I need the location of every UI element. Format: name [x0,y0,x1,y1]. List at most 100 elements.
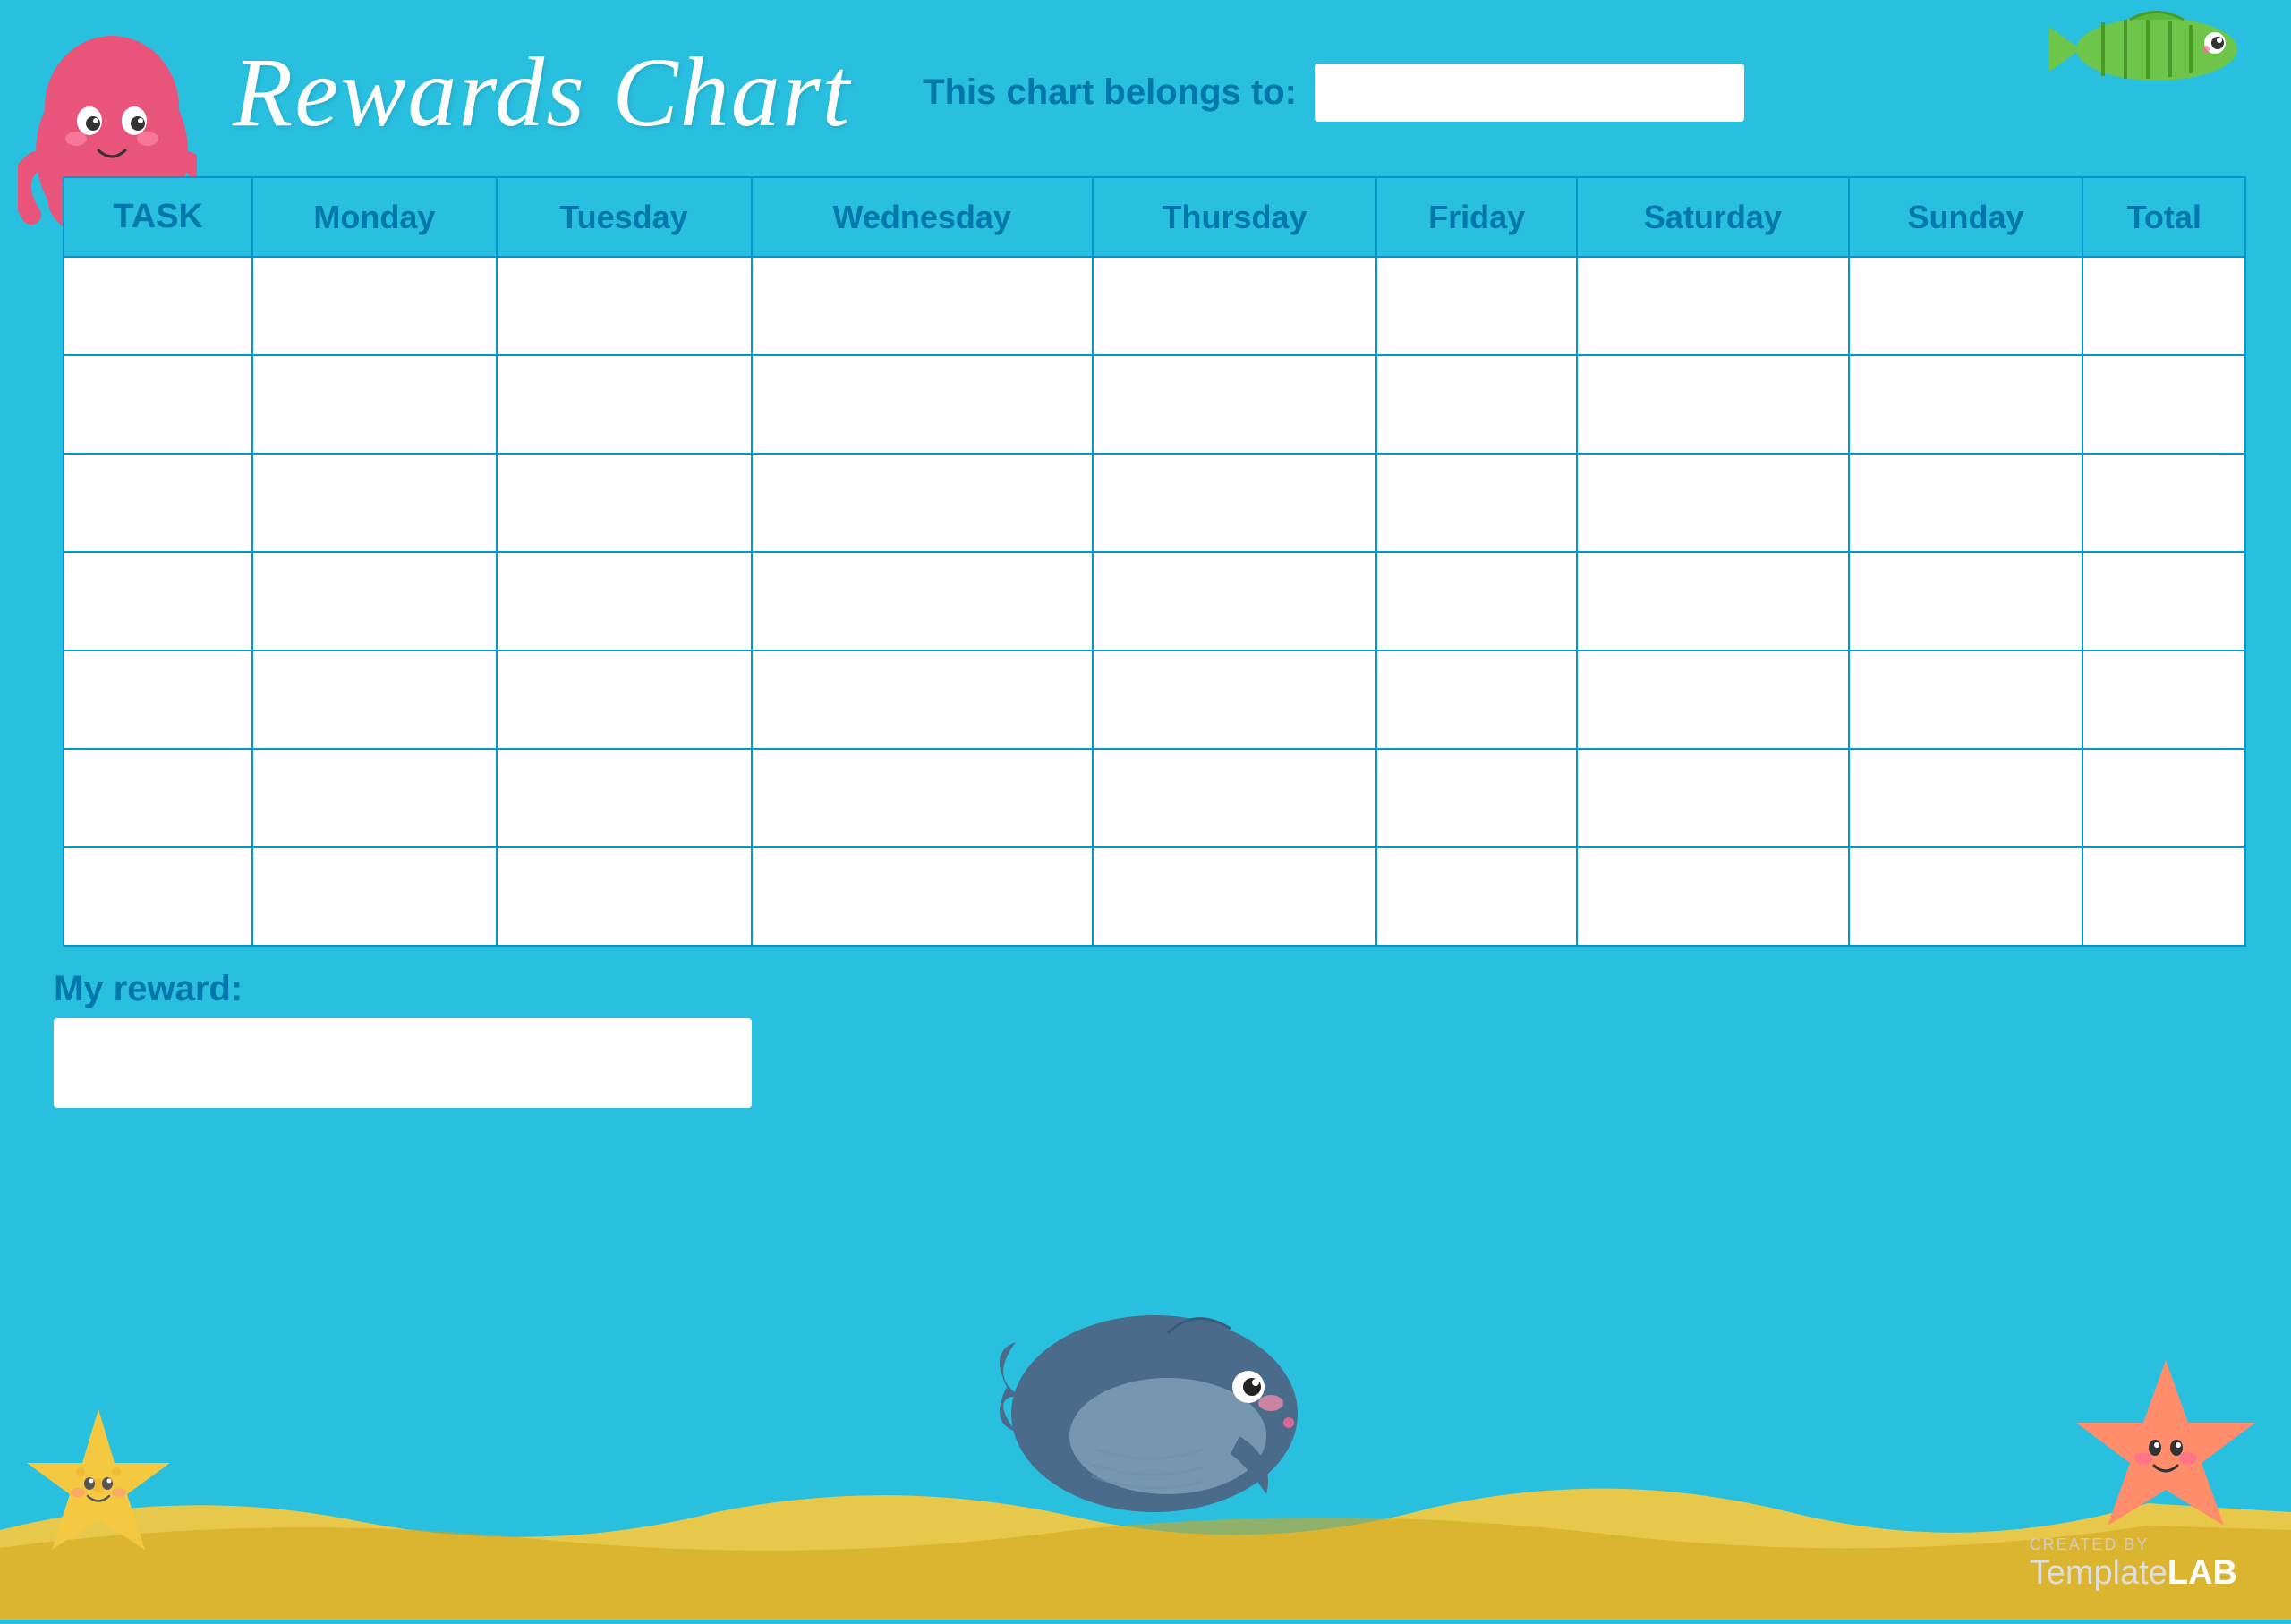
table-row [64,257,2245,355]
sunday-cell[interactable] [1849,650,2083,749]
saturday-cell[interactable] [1577,257,1848,355]
my-reward-label: My reward: [54,969,752,1009]
sunday-cell[interactable] [1849,454,2083,552]
monday-cell[interactable] [252,552,496,650]
task-cell[interactable] [64,257,252,355]
bottom-section: My reward: [54,969,2237,1108]
tuesday-cell[interactable] [497,355,752,454]
col-thursday: Thursday [1093,177,1376,257]
tuesday-cell[interactable] [497,847,752,946]
saturday-cell[interactable] [1577,552,1848,650]
monday-cell[interactable] [252,257,496,355]
total-cell[interactable] [2082,454,2245,552]
my-reward-input[interactable] [54,1018,752,1108]
chart-title: Rewards Chart [233,36,851,149]
tuesday-cell[interactable] [497,454,752,552]
table-row [64,552,2245,650]
saturday-cell[interactable] [1577,355,1848,454]
monday-cell[interactable] [252,749,496,847]
belongs-to-label: This chart belongs to: [923,72,1297,113]
table-row [64,454,2245,552]
starfish-left-decoration [18,1405,179,1584]
wednesday-cell[interactable] [752,552,1093,650]
total-cell[interactable] [2082,257,2245,355]
thursday-cell[interactable] [1093,454,1376,552]
thursday-cell[interactable] [1093,355,1376,454]
chart-wrapper: TASK Monday Tuesday Wednesday Thursday F… [54,176,2237,947]
tuesday-cell[interactable] [497,650,752,749]
table-header-row: TASK Monday Tuesday Wednesday Thursday F… [64,177,2245,257]
thursday-cell[interactable] [1093,552,1376,650]
starfish-right-decoration [2067,1351,2264,1566]
sunday-cell[interactable] [1849,749,2083,847]
friday-cell[interactable] [1376,552,1577,650]
friday-cell[interactable] [1376,749,1577,847]
col-wednesday: Wednesday [752,177,1093,257]
whale-decoration [989,1280,1302,1548]
total-cell[interactable] [2082,650,2245,749]
wednesday-cell[interactable] [752,257,1093,355]
col-saturday: Saturday [1577,177,1848,257]
saturday-cell[interactable] [1577,847,1848,946]
saturday-cell[interactable] [1577,650,1848,749]
col-tuesday: Tuesday [497,177,752,257]
lab-label: LAB [2168,1554,2237,1592]
friday-cell[interactable] [1376,454,1577,552]
wednesday-cell[interactable] [752,847,1093,946]
brand-name: TemplateLAB [2030,1554,2237,1593]
saturday-cell[interactable] [1577,454,1848,552]
my-reward-section: My reward: [54,969,752,1108]
task-cell[interactable] [64,650,252,749]
thursday-cell[interactable] [1093,257,1376,355]
table-row [64,847,2245,946]
templatelab-badge: CREATED BY TemplateLAB [2030,1535,2237,1593]
friday-cell[interactable] [1376,257,1577,355]
tuesday-cell[interactable] [497,257,752,355]
col-total: Total [2082,177,2245,257]
task-cell[interactable] [64,355,252,454]
total-cell[interactable] [2082,552,2245,650]
wednesday-cell[interactable] [752,355,1093,454]
rewards-table: TASK Monday Tuesday Wednesday Thursday F… [63,176,2246,947]
task-cell[interactable] [64,847,252,946]
col-task: TASK [64,177,252,257]
wednesday-cell[interactable] [752,749,1093,847]
total-cell[interactable] [2082,847,2245,946]
col-sunday: Sunday [1849,177,2083,257]
header: Rewards Chart This chart belongs to: [54,36,2237,149]
sunday-cell[interactable] [1849,552,2083,650]
thursday-cell[interactable] [1093,847,1376,946]
col-friday: Friday [1376,177,1577,257]
monday-cell[interactable] [252,847,496,946]
belongs-to-input[interactable] [1315,64,1744,122]
monday-cell[interactable] [252,650,496,749]
sunday-cell[interactable] [1849,257,2083,355]
tuesday-cell[interactable] [497,552,752,650]
thursday-cell[interactable] [1093,650,1376,749]
task-cell[interactable] [64,454,252,552]
wednesday-cell[interactable] [752,454,1093,552]
task-cell[interactable] [64,552,252,650]
content-area: Rewards Chart This chart belongs to: TAS… [54,36,2237,1108]
created-by-label: CREATED BY [2030,1535,2237,1554]
belongs-to-section: This chart belongs to: [923,64,1744,122]
friday-cell[interactable] [1376,355,1577,454]
table-row [64,355,2245,454]
total-cell[interactable] [2082,749,2245,847]
col-monday: Monday [252,177,496,257]
saturday-cell[interactable] [1577,749,1848,847]
tuesday-cell[interactable] [497,749,752,847]
table-row [64,650,2245,749]
template-label: Template [2030,1554,2168,1592]
friday-cell[interactable] [1376,847,1577,946]
monday-cell[interactable] [252,454,496,552]
page-container: Rewards Chart This chart belongs to: TAS… [0,0,2291,1620]
total-cell[interactable] [2082,355,2245,454]
task-cell[interactable] [64,749,252,847]
sunday-cell[interactable] [1849,355,2083,454]
wednesday-cell[interactable] [752,650,1093,749]
friday-cell[interactable] [1376,650,1577,749]
sunday-cell[interactable] [1849,847,2083,946]
monday-cell[interactable] [252,355,496,454]
thursday-cell[interactable] [1093,749,1376,847]
